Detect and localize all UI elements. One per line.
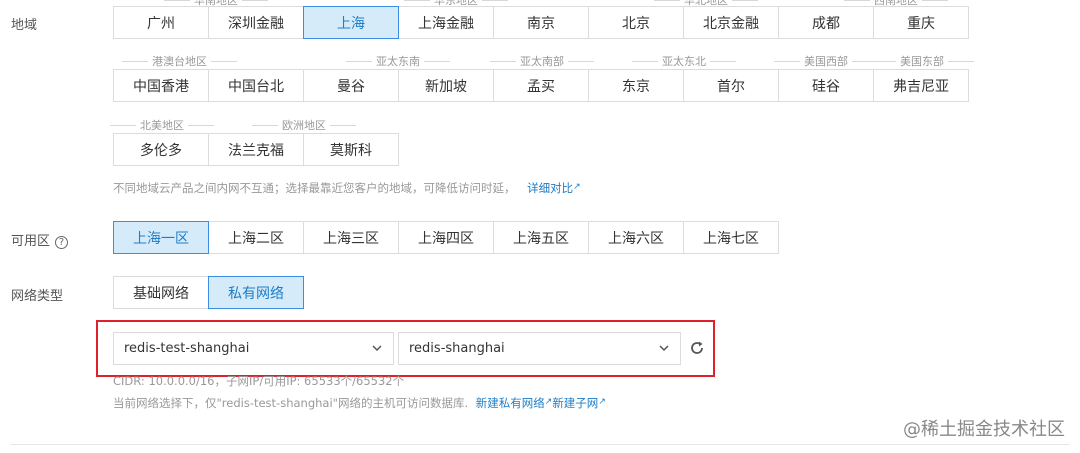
network-note-text: 当前网络选择下，仅"redis-test-shanghai"网络的主机可访问数据… bbox=[113, 396, 469, 410]
region-option-toronto[interactable]: 多伦多 bbox=[113, 133, 209, 166]
region-option-shanghai[interactable]: 上海 bbox=[303, 6, 399, 39]
region-option-taipei[interactable]: 中国台北 bbox=[208, 69, 304, 102]
region-compare-link[interactable]: 详细对比 bbox=[527, 181, 573, 195]
region-option-singapore[interactable]: 新加坡 bbox=[398, 69, 494, 102]
caption-asia-se: 亚太东南 bbox=[342, 53, 454, 69]
vpc-select[interactable]: redis-test-shanghai bbox=[113, 332, 394, 365]
network-type-label: 网络类型 bbox=[11, 289, 64, 304]
caption-us-east: 美国东部 bbox=[866, 53, 978, 69]
subnet-select[interactable]: redis-shanghai bbox=[398, 332, 681, 365]
region-option-silicon-valley[interactable]: 硅谷 bbox=[778, 69, 874, 102]
zone-label-wrap: 可用区? bbox=[11, 230, 69, 249]
region-option-hongkong[interactable]: 中国香港 bbox=[113, 69, 209, 102]
region-option-mumbai[interactable]: 孟买 bbox=[493, 69, 589, 102]
external-link-icon: ↗ bbox=[598, 397, 606, 407]
region-option-frankfurt[interactable]: 法兰克福 bbox=[208, 133, 304, 166]
network-option-basic[interactable]: 基础网络 bbox=[113, 276, 209, 309]
region-option-shenzhen-finance[interactable]: 深圳金融 bbox=[208, 6, 304, 39]
caption-asia-south: 亚太南部 bbox=[486, 53, 598, 69]
network-type-options: 基础网络 私有网络 bbox=[113, 276, 304, 309]
zone-option-4[interactable]: 上海四区 bbox=[398, 221, 494, 254]
caption-hk-mo-tw: 港澳台地区 bbox=[118, 53, 241, 69]
region-row-2-captions: 港澳台地区 亚太东南 亚太南部 亚太东北 美国西部 美国东部 bbox=[0, 53, 1080, 69]
zone-label: 可用区 bbox=[11, 234, 51, 249]
region-option-bangkok[interactable]: 曼谷 bbox=[303, 69, 399, 102]
region-option-tokyo[interactable]: 东京 bbox=[588, 69, 684, 102]
zone-options: 上海一区 上海二区 上海三区 上海四区 上海五区 上海六区 上海七区 bbox=[113, 221, 779, 254]
region-row-2: 中国香港 中国台北 曼谷 新加坡 孟买 东京 首尔 硅谷 弗吉尼亚 bbox=[113, 69, 969, 102]
caption-europe: 欧洲地区 bbox=[248, 117, 360, 133]
region-label: 地域 bbox=[11, 18, 38, 33]
caption-north-america: 北美地区 bbox=[106, 117, 218, 133]
watermark: @稀土掘金技术社区 bbox=[903, 419, 1065, 440]
section-divider bbox=[10, 444, 1070, 445]
region-hint: 不同地域云产品之间内网不互通；选择最靠近您客户的地域，可降低访问时延， 详细对比… bbox=[113, 180, 581, 196]
chevron-down-icon bbox=[659, 345, 669, 352]
new-vpc-link[interactable]: 新建私有网络 bbox=[476, 396, 545, 410]
zone-option-1[interactable]: 上海一区 bbox=[113, 221, 209, 254]
region-option-shanghai-finance[interactable]: 上海金融 bbox=[398, 6, 494, 39]
external-link-icon: ↗ bbox=[573, 182, 581, 192]
region-option-chongqing[interactable]: 重庆 bbox=[873, 6, 969, 39]
network-option-vpc[interactable]: 私有网络 bbox=[208, 276, 304, 309]
region-row-3-captions: 北美地区 欧洲地区 bbox=[0, 117, 1080, 133]
zone-option-2[interactable]: 上海二区 bbox=[208, 221, 304, 254]
region-option-nanjing[interactable]: 南京 bbox=[493, 6, 589, 39]
refresh-icon[interactable] bbox=[689, 340, 705, 356]
chevron-down-icon bbox=[372, 345, 382, 352]
new-subnet-link[interactable]: 新建子网 bbox=[552, 396, 598, 410]
region-option-beijing[interactable]: 北京 bbox=[588, 6, 684, 39]
region-hint-text: 不同地域云产品之间内网不互通；选择最靠近您客户的地域，可降低访问时延， bbox=[113, 181, 516, 195]
network-note: 当前网络选择下，仅"redis-test-shanghai"网络的主机可访问数据… bbox=[113, 395, 606, 411]
region-option-virginia[interactable]: 弗吉尼亚 bbox=[873, 69, 969, 102]
caption-asia-ne: 亚太东北 bbox=[628, 53, 740, 69]
region-row-3: 多伦多 法兰克福 莫斯科 bbox=[113, 133, 399, 166]
cidr-text: CIDR: 10.0.0.0/16，子网IP/可用IP: 65533个/6553… bbox=[113, 374, 405, 388]
vpc-select-value: redis-test-shanghai bbox=[124, 341, 250, 356]
zone-option-5[interactable]: 上海五区 bbox=[493, 221, 589, 254]
region-option-chengdu[interactable]: 成都 bbox=[778, 6, 874, 39]
help-icon[interactable]: ? bbox=[55, 236, 69, 249]
region-option-guangzhou[interactable]: 广州 bbox=[113, 6, 209, 39]
region-option-beijing-finance[interactable]: 北京金融 bbox=[683, 6, 779, 39]
zone-option-7[interactable]: 上海七区 bbox=[683, 221, 779, 254]
zone-option-3[interactable]: 上海三区 bbox=[303, 221, 399, 254]
subnet-select-value: redis-shanghai bbox=[409, 341, 505, 356]
region-row-1: 广州 深圳金融 上海 上海金融 南京 北京 北京金融 成都 重庆 bbox=[113, 6, 969, 39]
zone-option-6[interactable]: 上海六区 bbox=[588, 221, 684, 254]
region-option-seoul[interactable]: 首尔 bbox=[683, 69, 779, 102]
region-option-moscow[interactable]: 莫斯科 bbox=[303, 133, 399, 166]
